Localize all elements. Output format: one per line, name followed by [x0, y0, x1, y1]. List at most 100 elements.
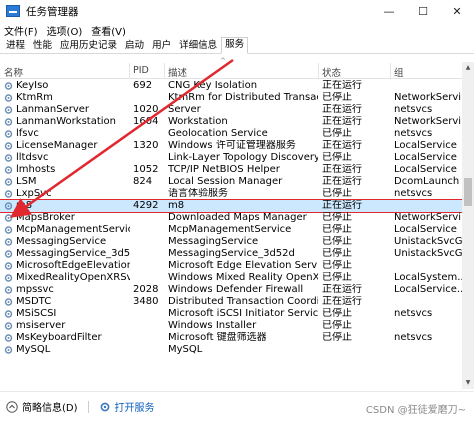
service-name-cell: MapsBroker	[4, 212, 130, 224]
column-header-pid[interactable]: PID	[133, 65, 149, 76]
tab-processes[interactable]: 进程	[2, 38, 29, 53]
table-row[interactable]: LanmanWorkstation 1604 Workstation 正在运行 Netw…	[0, 116, 462, 128]
service-status: 已停止	[322, 332, 352, 343]
service-pid: 1052	[133, 164, 159, 175]
service-name: MsKeyboardFilter	[16, 332, 102, 343]
service-description: Microsoft 键盘筛选器	[168, 332, 267, 343]
service-name: MessagingService_3d52d	[16, 248, 130, 259]
tab-details[interactable]: 详细信息	[175, 38, 221, 53]
service-group: LocalService	[394, 164, 457, 175]
tab-app-history[interactable]: 应用历史记录	[56, 38, 121, 53]
service-name-cell: LicenseManager	[4, 140, 130, 152]
service-description: Windows Defender Firewall	[168, 284, 304, 295]
scroll-down-icon[interactable]: ▼	[462, 377, 474, 389]
table-row[interactable]: MapsBroker Downloaded Maps Manager 已停止 Netw…	[0, 212, 462, 224]
table-row[interactable]: MSiSCSI Microsoft iSCSI Initiator Service…	[0, 308, 462, 320]
service-gear-icon	[4, 190, 13, 198]
service-gear-icon	[4, 274, 13, 282]
column-divider[interactable]	[129, 63, 130, 79]
table-row[interactable]: msiserver Windows Installer 已停止	[0, 320, 462, 332]
table-row[interactable]: MySQL MySQL	[0, 344, 462, 356]
table-row[interactable]: KeyIso 692 CNG Key Isolation 正在运行	[0, 80, 462, 92]
service-status: 正在运行	[322, 176, 362, 187]
service-description: Distributed Transaction Coordinat...	[168, 296, 318, 307]
table-row[interactable]: lmhosts 1052 TCP/IP NetBIOS Helper 正在运行 Loca…	[0, 164, 462, 176]
tab-users[interactable]: 用户	[148, 38, 175, 53]
service-name-cell: MSDTC	[4, 296, 130, 308]
service-name-cell: MixedRealityOpenXRSvc	[4, 272, 130, 284]
table-row[interactable]: MessagingService MessagingService 已停止 Unist…	[0, 236, 462, 248]
column-header-description[interactable]: 描述	[168, 65, 187, 79]
column-divider[interactable]	[318, 63, 319, 79]
column-divider[interactable]	[164, 63, 165, 79]
service-name: KtmRm	[16, 92, 53, 103]
service-name-cell: LxpSvc	[4, 188, 130, 200]
service-description: Downloaded Maps Manager	[168, 212, 307, 223]
service-name-cell: MicrosoftEdgeElevations...	[4, 260, 130, 272]
service-name: LSM	[16, 176, 37, 187]
table-row[interactable]: KtmRm KtmRm for Distributed Transaction..…	[0, 92, 462, 104]
service-description: CNG Key Isolation	[168, 80, 258, 91]
column-header-group[interactable]: 组	[394, 65, 404, 79]
less-details-button[interactable]: 简略信息(D)	[6, 399, 78, 414]
table-row[interactable]: mpssvc 2028 Windows Defender Firewall 正在运行 L…	[0, 284, 462, 296]
menu-file[interactable]: 文件(F)	[4, 23, 38, 38]
watermark: CSDN @狂徒爱磨刀~	[365, 405, 466, 416]
services-gear-icon	[100, 402, 109, 411]
chevron-up-circle-icon	[6, 400, 18, 413]
table-row[interactable]: LicenseManager 1320 Windows 许可证管理器服务 正在运行 Lo…	[0, 140, 462, 152]
service-name-cell: mpssvc	[4, 284, 130, 296]
column-header-status[interactable]: 状态	[322, 65, 341, 79]
service-gear-icon	[4, 322, 13, 330]
service-status: 已停止	[322, 260, 352, 271]
table-row[interactable]: MsKeyboardFilter Microsoft 键盘筛选器 已停止 netsvc…	[0, 332, 462, 344]
maximize-button[interactable]: ☐	[406, 0, 440, 22]
menu-view[interactable]: 查看(V)	[91, 23, 126, 38]
scroll-up-icon[interactable]: ▲	[462, 62, 474, 74]
service-gear-icon	[4, 94, 13, 102]
table-row[interactable]: MSDTC 3480 Distributed Transaction Coordin…	[0, 296, 462, 308]
service-name-cell: KtmRm	[4, 92, 130, 104]
table-row[interactable]: lfsvc Geolocation Service 已停止 netsvcs	[0, 128, 462, 140]
open-services-link[interactable]: 打开服务	[99, 399, 155, 414]
close-button[interactable]: ✕	[440, 0, 474, 22]
vertical-scrollbar[interactable]: ▲ ▼	[462, 62, 474, 389]
service-status: 已停止	[322, 308, 352, 319]
service-name: mpssvc	[16, 284, 54, 295]
service-name-cell: MessagingService	[4, 236, 130, 248]
table-row[interactable]: LSM 824 Local Session Manager 正在运行 DcomLaunc…	[0, 176, 462, 188]
table-row[interactable]: MessagingService_3d52d MessagingService_3…	[0, 248, 462, 260]
service-name-cell: MsKeyboardFilter	[4, 332, 130, 344]
minimize-button[interactable]: —	[372, 0, 406, 22]
table-row[interactable]: LxpSvc 语言体验服务 已停止 netsvcs	[0, 188, 462, 200]
service-name: m8	[16, 200, 33, 211]
scroll-thumb[interactable]	[464, 178, 472, 206]
tab-services[interactable]: 服务	[221, 37, 249, 54]
service-pid: 692	[133, 80, 153, 91]
table-row[interactable]: LanmanServer 1020 Server 正在运行 netsvcs	[0, 104, 462, 116]
service-name-cell: LSM	[4, 176, 130, 188]
service-pid: 824	[133, 176, 153, 187]
service-gear-icon	[4, 178, 13, 186]
service-description: Local Session Manager	[168, 176, 283, 187]
service-group: LocalSystem...	[394, 272, 462, 283]
table-row[interactable]: McpManagementService McpManagementService…	[0, 224, 462, 236]
service-gear-icon	[4, 334, 13, 342]
service-name: lltdsvc	[16, 152, 49, 163]
service-status: 正在运行	[322, 200, 362, 211]
service-name: LxpSvc	[16, 188, 52, 199]
table-body: KeyIso 692 CNG Key Isolation 正在运行 KtmRm KtmRm…	[0, 80, 463, 356]
service-name-cell: MSiSCSI	[4, 308, 130, 320]
table-row[interactable]: MixedRealityOpenXRSvc Windows Mixed Reali…	[0, 272, 462, 284]
tab-startup[interactable]: 启动	[121, 38, 148, 53]
table-row[interactable]: lltdsvc Link-Layer Topology Discovery M..…	[0, 152, 462, 164]
table-row-selected[interactable]: m8 4292 m8 正在运行	[0, 199, 463, 213]
column-header-name[interactable]: 名称	[4, 65, 23, 79]
service-group: NetworkServi...	[394, 212, 462, 223]
table-row[interactable]: MicrosoftEdgeElevations... Microsoft Edge…	[0, 260, 462, 272]
menu-options[interactable]: 选项(O)	[47, 23, 83, 38]
tab-performance[interactable]: 性能	[29, 38, 56, 53]
service-group: DcomLaunch	[394, 176, 460, 187]
service-group: NetworkServi...	[394, 92, 462, 103]
column-divider[interactable]	[390, 63, 391, 79]
